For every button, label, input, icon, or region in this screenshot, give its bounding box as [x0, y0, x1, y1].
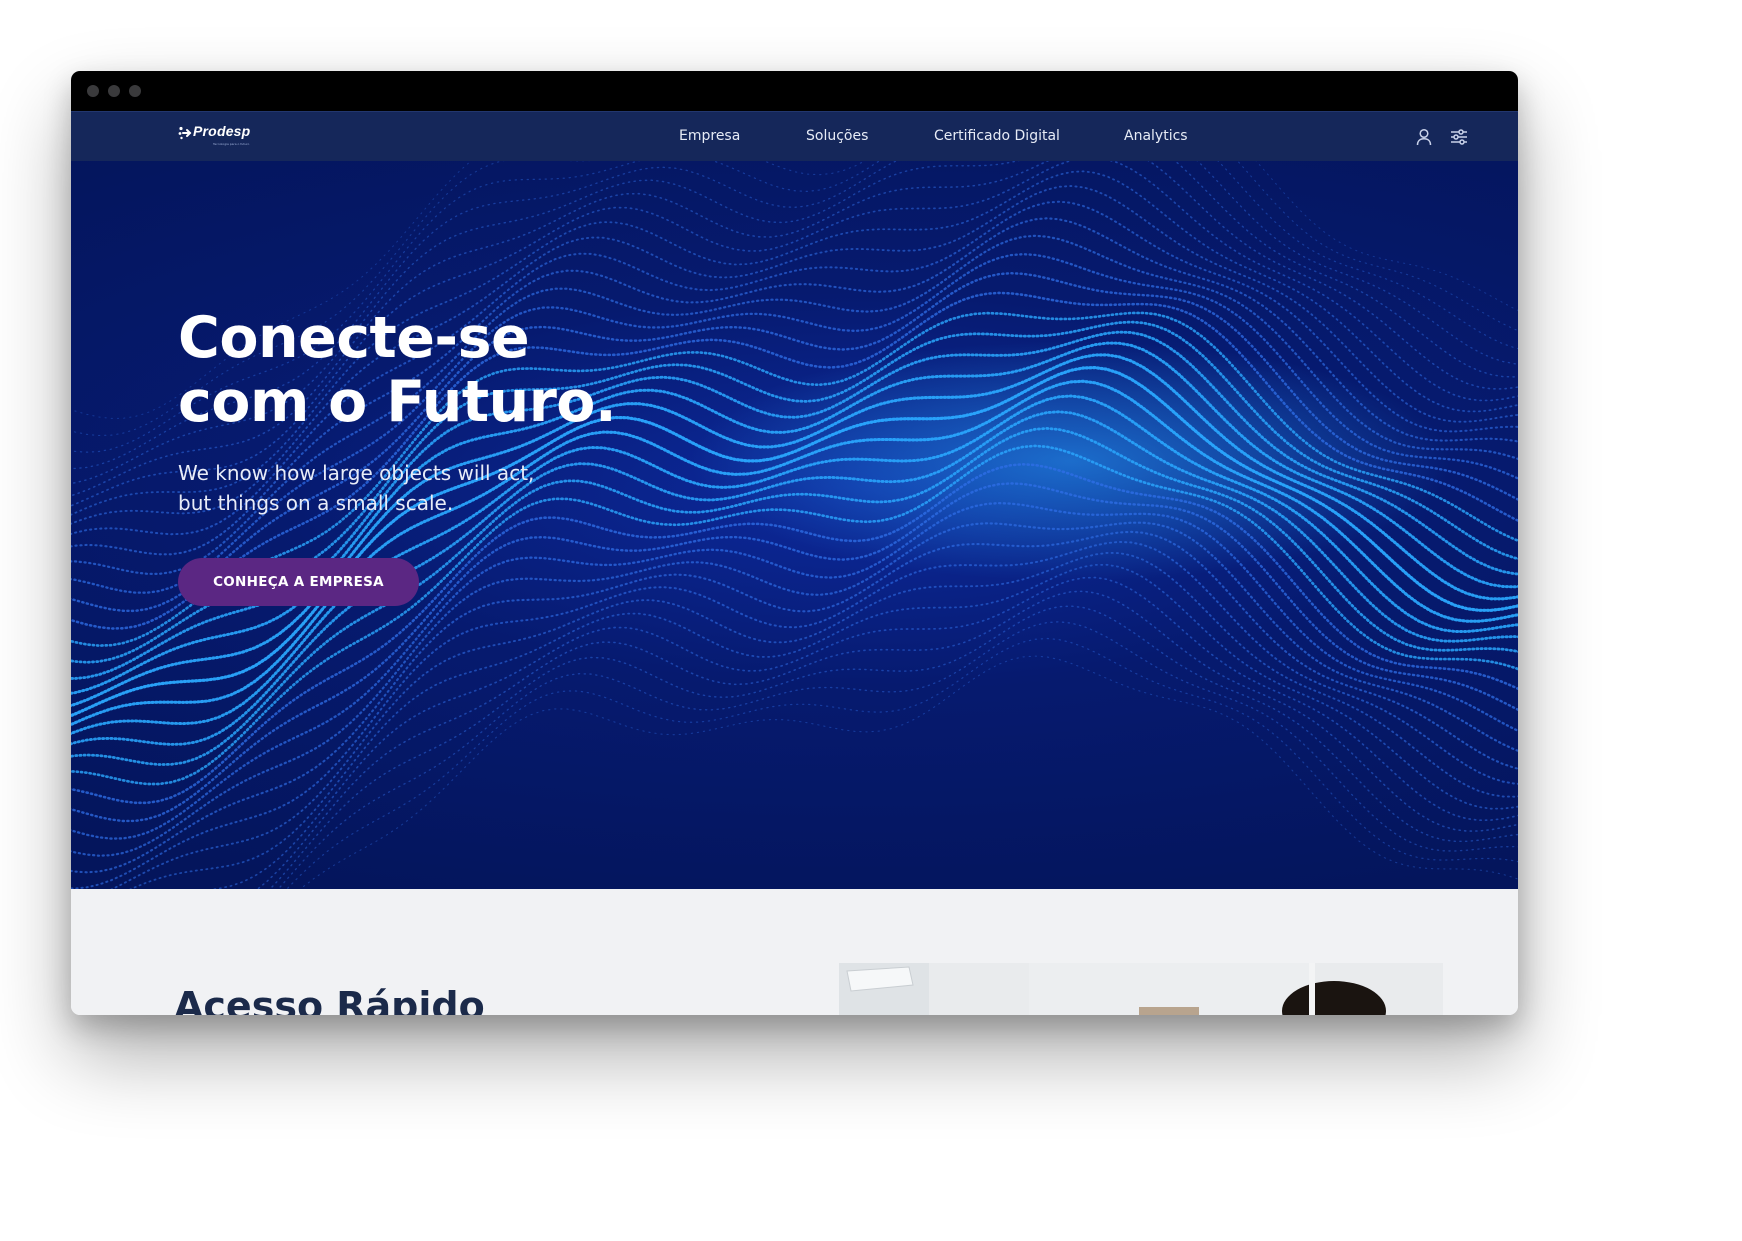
hero-subtitle: We know how large objects will act, but …: [178, 458, 534, 518]
nav-item-analytics[interactable]: Analytics: [1124, 128, 1188, 144]
hero-subtitle-line-2: but things on a small scale.: [178, 491, 454, 515]
hero-banner: Conecte-se com o Futuro. We know how lar…: [71, 161, 1518, 889]
conheca-a-empresa-button[interactable]: CONHEÇA A EMPRESA: [178, 558, 419, 606]
window-minimize-dot[interactable]: [108, 85, 120, 97]
nav-item-empresa[interactable]: Empresa: [679, 128, 740, 144]
hero-particle-wave-background: [71, 161, 1518, 889]
nav-item-certificado-digital[interactable]: Certificado Digital: [934, 128, 1060, 144]
window-close-dot[interactable]: [87, 85, 99, 97]
office-photo: [839, 963, 1443, 1015]
site-navbar: Prodesp Tecnologia para o futuro Empresa…: [71, 111, 1518, 161]
settings-sliders-icon[interactable]: [1449, 127, 1469, 147]
logo-tagline: Tecnologia para o futuro: [213, 142, 250, 146]
window-titlebar: [71, 71, 1518, 111]
wave-dot-row: [209, 576, 1518, 889]
logo-text: Prodesp: [193, 123, 251, 139]
hero-title: Conecte-se com o Futuro.: [178, 305, 617, 435]
quick-access-section: Acesso Rápido: [71, 889, 1518, 1015]
browser-window: Prodesp Tecnologia para o futuro Empresa…: [71, 71, 1518, 1015]
user-icon[interactable]: [1414, 127, 1434, 147]
wave-dot-row: [277, 621, 1518, 889]
hero-subtitle-line-1: We know how large objects will act,: [178, 461, 535, 485]
logo-mark-icon: [178, 126, 192, 140]
quick-access-title: Acesso Rápido: [174, 984, 485, 1015]
hero-title-line-1: Conecte-se: [178, 305, 530, 371]
wave-dot-row: [129, 563, 1518, 889]
screenshot-stage: Prodesp Tecnologia para o futuro Empresa…: [0, 0, 1742, 1241]
wave-dot-row: [286, 637, 1518, 889]
hero-title-line-2: com o Futuro.: [178, 369, 617, 435]
window-zoom-dot[interactable]: [129, 85, 141, 97]
prodesp-logo[interactable]: Prodesp Tecnologia para o futuro: [178, 123, 288, 151]
nav-item-solucoes[interactable]: Soluções: [806, 128, 868, 144]
office-photo-illustration: [839, 963, 1443, 1015]
